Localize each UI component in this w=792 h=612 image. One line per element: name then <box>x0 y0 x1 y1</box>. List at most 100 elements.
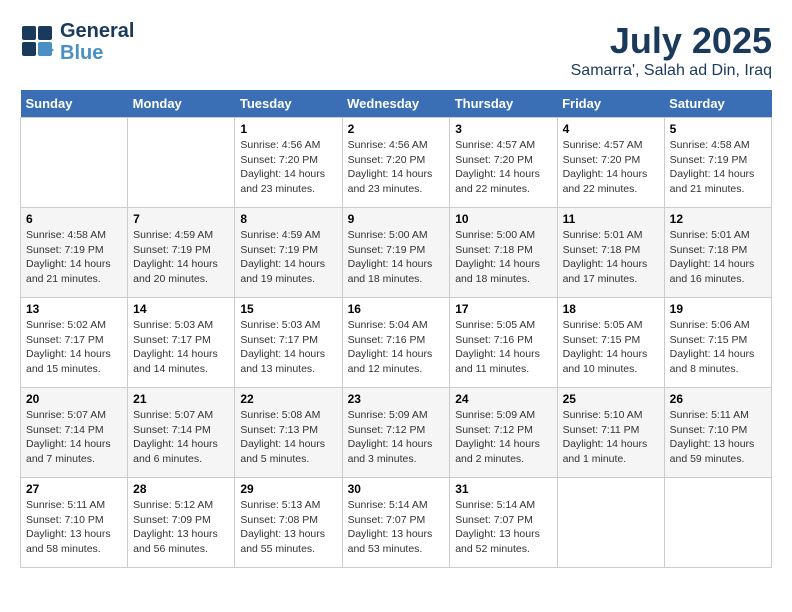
day-info: Sunrise: 4:56 AM Sunset: 7:20 PM Dayligh… <box>240 138 336 197</box>
day-number: 6 <box>26 212 122 226</box>
calendar-cell: 6 Sunrise: 4:58 AM Sunset: 7:19 PM Daylig… <box>21 208 128 298</box>
calendar-week-2: 6 Sunrise: 4:58 AM Sunset: 7:19 PM Daylig… <box>21 208 772 298</box>
day-info: Sunrise: 5:00 AM Sunset: 7:18 PM Dayligh… <box>455 228 551 287</box>
day-number: 28 <box>133 482 229 496</box>
day-info: Sunrise: 5:14 AM Sunset: 7:07 PM Dayligh… <box>348 498 445 557</box>
day-info: Sunrise: 5:04 AM Sunset: 7:16 PM Dayligh… <box>348 318 445 377</box>
calendar-week-5: 27Sunrise: 5:11 AM Sunset: 7:10 PM Dayli… <box>21 478 772 568</box>
header-wednesday: Wednesday <box>342 90 450 118</box>
calendar-week-1: 1 Sunrise: 4:56 AM Sunset: 7:20 PM Daylig… <box>21 118 772 208</box>
day-number: 3 <box>455 122 551 136</box>
day-number: 11 <box>563 212 659 226</box>
calendar-cell <box>664 478 771 568</box>
day-number: 4 <box>563 122 659 136</box>
day-info: Sunrise: 5:05 AM Sunset: 7:15 PM Dayligh… <box>563 318 659 377</box>
calendar-cell: 10 Sunrise: 5:00 AM Sunset: 7:18 PM Dayli… <box>450 208 557 298</box>
day-number: 5 <box>670 122 766 136</box>
day-number: 14 <box>133 302 229 316</box>
day-info: Sunrise: 4:57 AM Sunset: 7:20 PM Dayligh… <box>563 138 659 197</box>
calendar-title-area: July 2025 Samarra', Salah ad Din, Iraq <box>571 20 772 80</box>
day-info: Sunrise: 5:11 AM Sunset: 7:10 PM Dayligh… <box>26 498 122 557</box>
calendar-cell: 20 Sunrise: 5:07 AM Sunset: 7:14 PM Dayli… <box>21 388 128 478</box>
calendar-cell: 27Sunrise: 5:11 AM Sunset: 7:10 PM Dayli… <box>21 478 128 568</box>
logo-general: General <box>60 20 134 42</box>
day-number: 16 <box>348 302 445 316</box>
day-number: 13 <box>26 302 122 316</box>
day-number: 12 <box>670 212 766 226</box>
day-info: Sunrise: 4:58 AM Sunset: 7:19 PM Dayligh… <box>670 138 766 197</box>
day-number: 17 <box>455 302 551 316</box>
day-number: 30 <box>348 482 445 496</box>
day-info: Sunrise: 5:07 AM Sunset: 7:14 PM Dayligh… <box>133 408 229 467</box>
day-number: 9 <box>348 212 445 226</box>
calendar-cell: 12 Sunrise: 5:01 AM Sunset: 7:18 PM Dayli… <box>664 208 771 298</box>
day-number: 25 <box>563 392 659 406</box>
calendar-header-row: SundayMondayTuesdayWednesdayThursdayFrid… <box>21 90 772 118</box>
day-info: Sunrise: 5:13 AM Sunset: 7:08 PM Dayligh… <box>240 498 336 557</box>
day-number: 10 <box>455 212 551 226</box>
day-number: 24 <box>455 392 551 406</box>
header-friday: Friday <box>557 90 664 118</box>
day-number: 19 <box>670 302 766 316</box>
day-number: 20 <box>26 392 122 406</box>
calendar-cell: 1 Sunrise: 4:56 AM Sunset: 7:20 PM Daylig… <box>235 118 342 208</box>
day-number: 31 <box>455 482 551 496</box>
day-number: 26 <box>670 392 766 406</box>
calendar-cell: 19Sunrise: 5:06 AM Sunset: 7:15 PM Dayli… <box>664 298 771 388</box>
day-info: Sunrise: 5:03 AM Sunset: 7:17 PM Dayligh… <box>133 318 229 377</box>
day-info: Sunrise: 5:14 AM Sunset: 7:07 PM Dayligh… <box>455 498 551 557</box>
day-info: Sunrise: 5:02 AM Sunset: 7:17 PM Dayligh… <box>26 318 122 377</box>
calendar-cell: 28Sunrise: 5:12 AM Sunset: 7:09 PM Dayli… <box>128 478 235 568</box>
calendar-cell: 17 Sunrise: 5:05 AM Sunset: 7:16 PM Dayli… <box>450 298 557 388</box>
day-number: 29 <box>240 482 336 496</box>
day-info: Sunrise: 4:58 AM Sunset: 7:19 PM Dayligh… <box>26 228 122 287</box>
calendar-cell: 5 Sunrise: 4:58 AM Sunset: 7:19 PM Daylig… <box>664 118 771 208</box>
calendar-cell: 23Sunrise: 5:09 AM Sunset: 7:12 PM Dayli… <box>342 388 450 478</box>
day-info: Sunrise: 5:01 AM Sunset: 7:18 PM Dayligh… <box>670 228 766 287</box>
calendar-cell: 13 Sunrise: 5:02 AM Sunset: 7:17 PM Dayli… <box>21 298 128 388</box>
day-info: Sunrise: 4:59 AM Sunset: 7:19 PM Dayligh… <box>133 228 229 287</box>
day-number: 23 <box>348 392 445 406</box>
calendar-cell: 30 Sunrise: 5:14 AM Sunset: 7:07 PM Dayli… <box>342 478 450 568</box>
calendar-cell: 31 Sunrise: 5:14 AM Sunset: 7:07 PM Dayli… <box>450 478 557 568</box>
calendar-cell: 16 Sunrise: 5:04 AM Sunset: 7:16 PM Dayli… <box>342 298 450 388</box>
day-number: 18 <box>563 302 659 316</box>
day-number: 1 <box>240 122 336 136</box>
day-info: Sunrise: 5:01 AM Sunset: 7:18 PM Dayligh… <box>563 228 659 287</box>
header-sunday: Sunday <box>21 90 128 118</box>
calendar-cell: 22Sunrise: 5:08 AM Sunset: 7:13 PM Dayli… <box>235 388 342 478</box>
day-number: 8 <box>240 212 336 226</box>
calendar-subtitle: Samarra', Salah ad Din, Iraq <box>571 62 772 80</box>
day-info: Sunrise: 4:57 AM Sunset: 7:20 PM Dayligh… <box>455 138 551 197</box>
day-info: Sunrise: 5:11 AM Sunset: 7:10 PM Dayligh… <box>670 408 766 467</box>
calendar-cell: 25 Sunrise: 5:10 AM Sunset: 7:11 PM Dayli… <box>557 388 664 478</box>
calendar-table: SundayMondayTuesdayWednesdayThursdayFrid… <box>20 90 772 568</box>
day-number: 2 <box>348 122 445 136</box>
calendar-week-3: 13 Sunrise: 5:02 AM Sunset: 7:17 PM Dayli… <box>21 298 772 388</box>
calendar-cell: 4 Sunrise: 4:57 AM Sunset: 7:20 PM Daylig… <box>557 118 664 208</box>
header-saturday: Saturday <box>664 90 771 118</box>
day-info: Sunrise: 5:03 AM Sunset: 7:17 PM Dayligh… <box>240 318 336 377</box>
day-info: Sunrise: 5:09 AM Sunset: 7:12 PM Dayligh… <box>455 408 551 467</box>
day-number: 21 <box>133 392 229 406</box>
calendar-title: July 2025 <box>571 20 772 62</box>
header-thursday: Thursday <box>450 90 557 118</box>
day-info: Sunrise: 4:56 AM Sunset: 7:20 PM Dayligh… <box>348 138 445 197</box>
calendar-cell: 8 Sunrise: 4:59 AM Sunset: 7:19 PM Daylig… <box>235 208 342 298</box>
logo: General Blue <box>20 20 134 64</box>
day-info: Sunrise: 5:07 AM Sunset: 7:14 PM Dayligh… <box>26 408 122 467</box>
day-info: Sunrise: 5:00 AM Sunset: 7:19 PM Dayligh… <box>348 228 445 287</box>
calendar-week-4: 20 Sunrise: 5:07 AM Sunset: 7:14 PM Dayli… <box>21 388 772 478</box>
calendar-cell: 29 Sunrise: 5:13 AM Sunset: 7:08 PM Dayli… <box>235 478 342 568</box>
calendar-cell: 7Sunrise: 4:59 AM Sunset: 7:19 PM Daylig… <box>128 208 235 298</box>
calendar-cell: 24 Sunrise: 5:09 AM Sunset: 7:12 PM Dayli… <box>450 388 557 478</box>
day-number: 15 <box>240 302 336 316</box>
day-info: Sunrise: 5:05 AM Sunset: 7:16 PM Dayligh… <box>455 318 551 377</box>
calendar-cell: 15 Sunrise: 5:03 AM Sunset: 7:17 PM Dayli… <box>235 298 342 388</box>
calendar-cell: 2 Sunrise: 4:56 AM Sunset: 7:20 PM Daylig… <box>342 118 450 208</box>
day-info: Sunrise: 4:59 AM Sunset: 7:19 PM Dayligh… <box>240 228 336 287</box>
day-info: Sunrise: 5:10 AM Sunset: 7:11 PM Dayligh… <box>563 408 659 467</box>
calendar-cell: 3 Sunrise: 4:57 AM Sunset: 7:20 PM Daylig… <box>450 118 557 208</box>
calendar-cell: 9 Sunrise: 5:00 AM Sunset: 7:19 PM Daylig… <box>342 208 450 298</box>
header-tuesday: Tuesday <box>235 90 342 118</box>
